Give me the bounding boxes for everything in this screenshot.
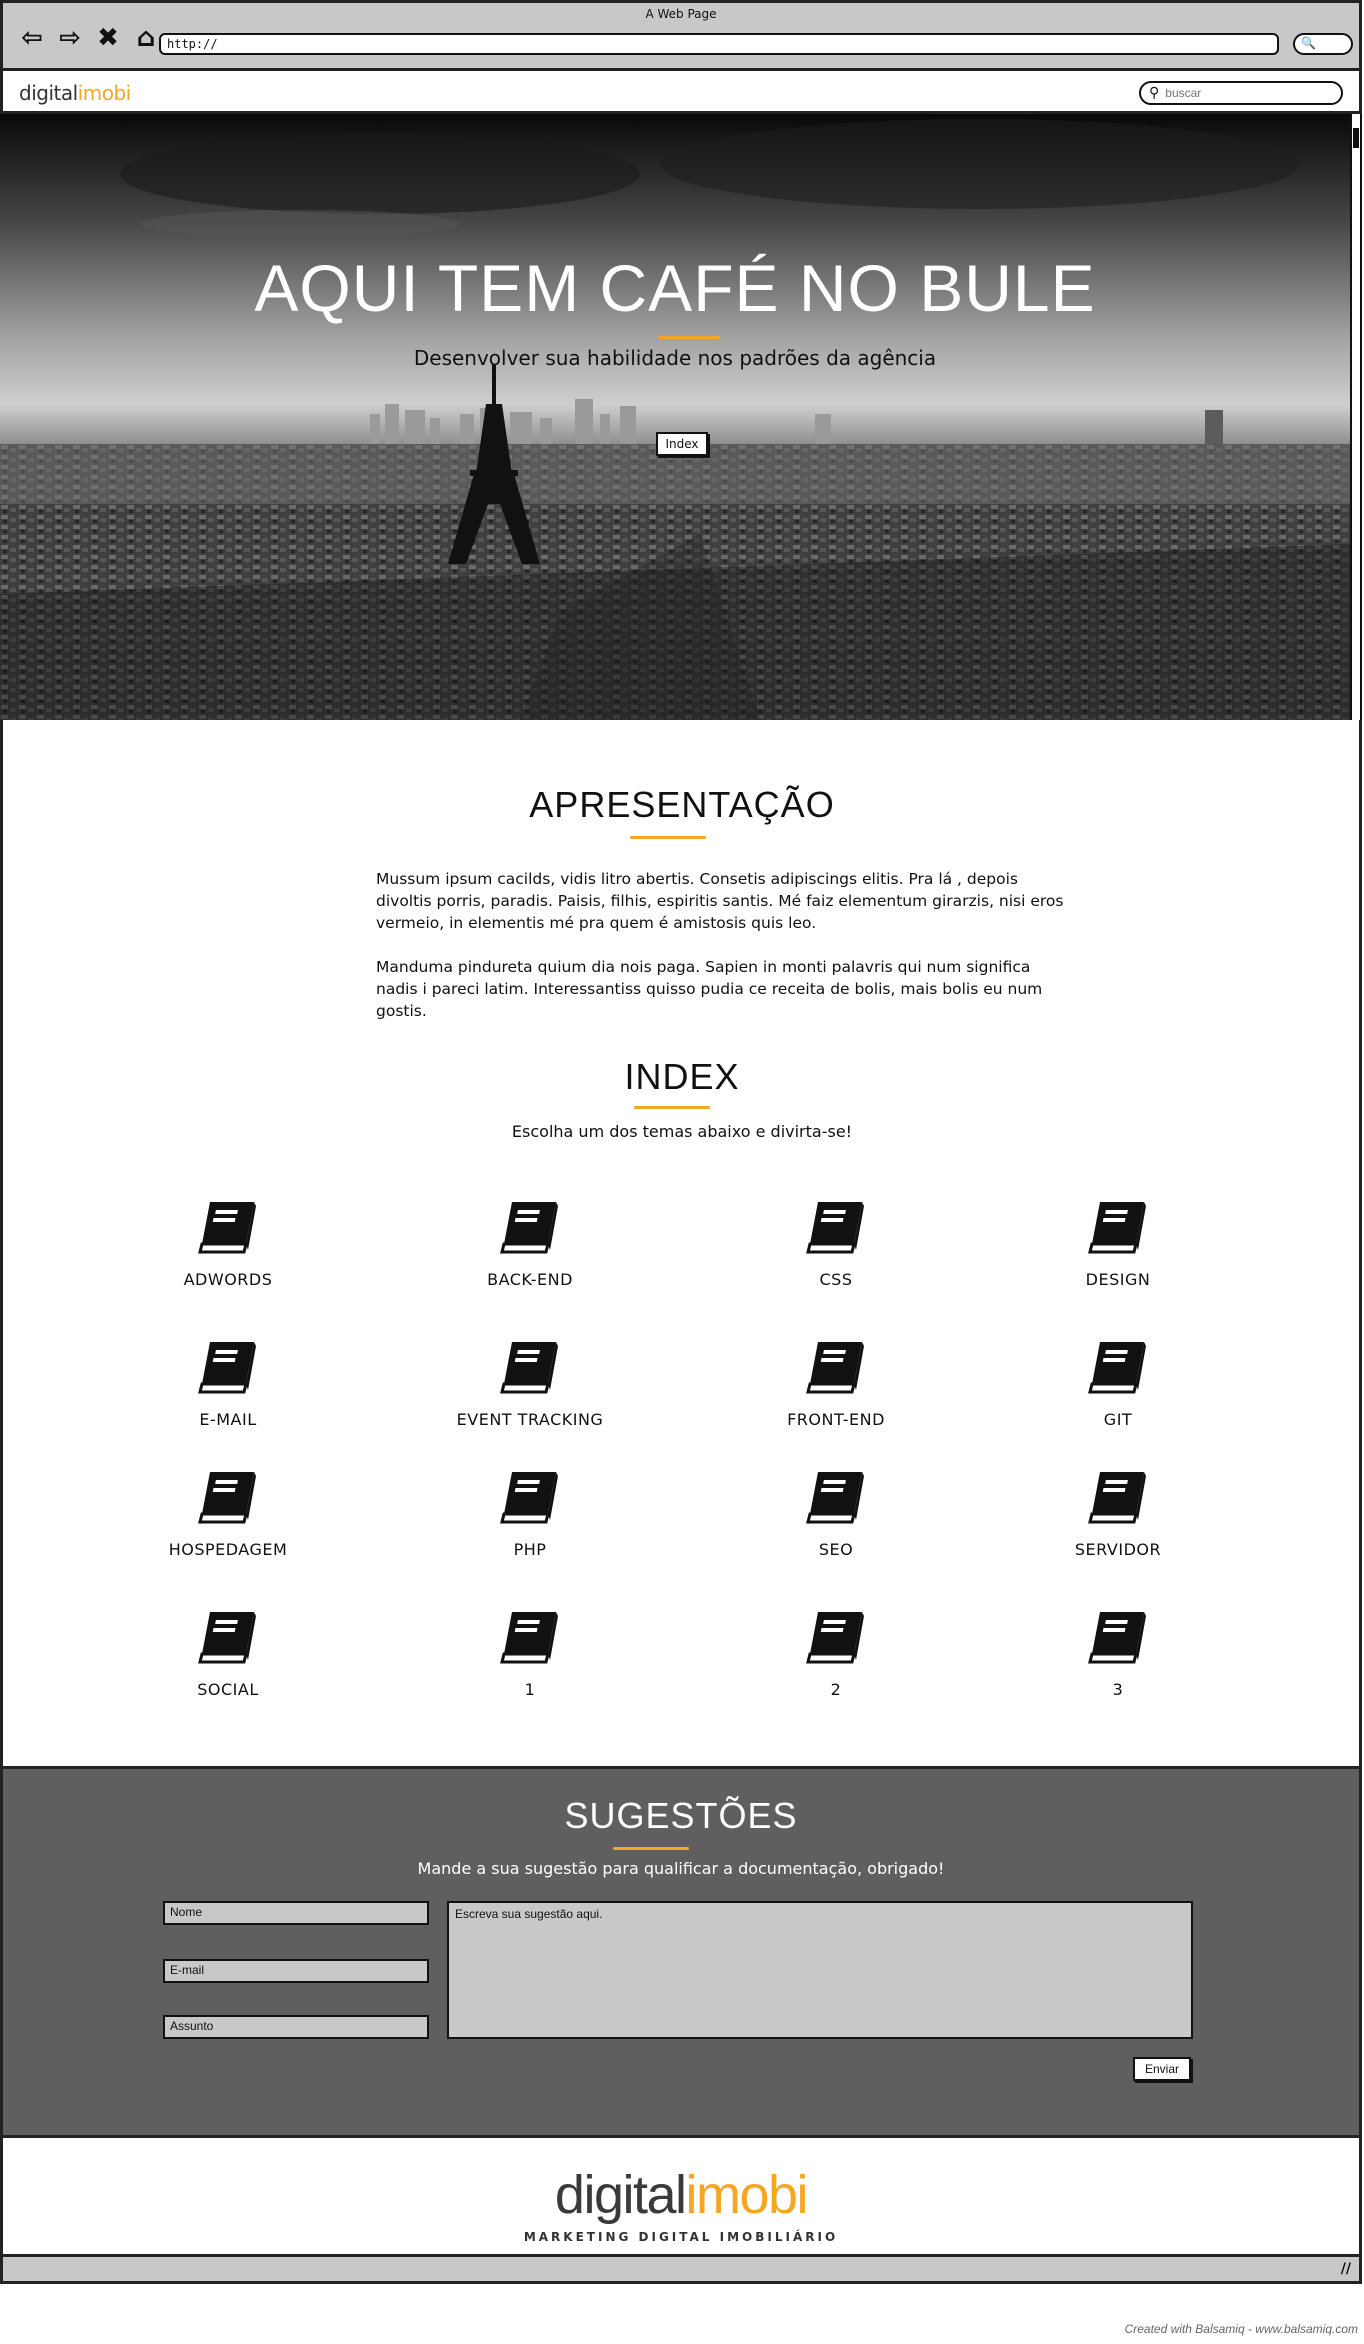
topic-item[interactable]: GIT <box>998 1338 1238 1429</box>
message-textarea[interactable]: Escreva sua sugestão aqui. <box>447 1901 1193 2039</box>
footer-logo[interactable]: digitalimobi <box>3 2164 1359 2226</box>
topic-item[interactable]: SOCIAL <box>108 1608 348 1699</box>
browser-nav: ⇦ ⇨ ✖ ⌂ <box>17 25 161 51</box>
book-icon <box>108 1468 348 1526</box>
topic-item[interactable]: PHP <box>410 1468 650 1559</box>
hero-subtitle: Desenvolver sua habilidade nos padrões d… <box>413 346 937 370</box>
topic-item[interactable]: 2 <box>716 1608 956 1699</box>
forward-icon[interactable]: ⇨ <box>55 25 85 51</box>
topic-label: HOSPEDAGEM <box>168 1540 288 1559</box>
topic-label: E-MAIL <box>199 1410 257 1429</box>
suggestions-title: SUGESTÕES <box>564 1795 798 1836</box>
topic-item[interactable]: SERVIDOR <box>998 1468 1238 1559</box>
suggestions-section: SUGESTÕES Mande a sua sugestão para qual… <box>0 1766 1362 2138</box>
presentation-underline <box>630 836 706 839</box>
email-field[interactable]: E-mail <box>163 1959 429 1983</box>
book-icon <box>108 1198 348 1256</box>
topic-item[interactable]: E-MAIL <box>108 1338 348 1429</box>
city-skyline-image <box>0 114 1350 720</box>
presentation-paragraph-2: Manduma pindureta quium dia nois paga. S… <box>376 958 1043 1020</box>
book-icon <box>410 1468 650 1526</box>
topic-label: SERVIDOR <box>1074 1540 1162 1559</box>
search-icon: ⚲ <box>1149 85 1160 101</box>
url-bar[interactable]: http:// <box>159 33 1279 55</box>
book-icon <box>108 1338 348 1396</box>
topic-label: FRONT-END <box>787 1410 885 1429</box>
index-title: INDEX <box>624 1056 740 1097</box>
book-icon <box>998 1338 1238 1396</box>
book-icon <box>716 1198 956 1256</box>
topic-label: EVENT TRACKING <box>456 1410 604 1429</box>
topic-label: 1 <box>524 1680 536 1699</box>
topic-item[interactable]: BACK-END <box>410 1198 650 1289</box>
window-title: A Web Page <box>645 7 717 21</box>
topic-item[interactable]: DESIGN <box>998 1198 1238 1289</box>
book-icon <box>410 1338 650 1396</box>
topic-label: GIT <box>1103 1410 1133 1429</box>
index-underline <box>634 1106 710 1109</box>
footer: digitalimobi MARKETING DIGITAL IMOBILIÁR… <box>0 2138 1362 2254</box>
hero-title: AQUI TEM CAFÉ NO BULE <box>254 251 1096 325</box>
book-icon <box>716 1468 956 1526</box>
book-icon <box>716 1338 956 1396</box>
topic-item[interactable]: 1 <box>410 1608 650 1699</box>
book-icon <box>998 1608 1238 1666</box>
hero-title-underline <box>658 336 720 339</box>
book-icon <box>410 1608 650 1666</box>
topic-label: SOCIAL <box>197 1680 259 1699</box>
topic-label: DESIGN <box>1085 1270 1151 1289</box>
page-frame-left <box>0 720 3 1766</box>
browser-status-bar: // <box>0 2254 1362 2284</box>
topic-item[interactable]: CSS <box>716 1198 956 1289</box>
topic-label: ADWORDS <box>183 1270 273 1289</box>
send-button[interactable]: Enviar <box>1133 2057 1191 2081</box>
book-icon <box>998 1468 1238 1526</box>
name-field[interactable]: Nome <box>163 1901 429 1925</box>
logo-text-digital: digital <box>19 81 78 105</box>
book-icon <box>716 1608 956 1666</box>
topic-item[interactable]: ADWORDS <box>108 1198 348 1289</box>
topic-label: 2 <box>830 1680 842 1699</box>
topic-item[interactable]: FRONT-END <box>716 1338 956 1429</box>
topic-label: SEO <box>818 1540 854 1559</box>
topic-label: 3 <box>1112 1680 1124 1699</box>
topic-item[interactable]: SEO <box>716 1468 956 1559</box>
balsamiq-credit: Created with Balsamiq - www.balsamiq.com <box>1124 2322 1358 2336</box>
book-icon <box>108 1608 348 1666</box>
hero-scrollbar[interactable] <box>1350 114 1362 720</box>
site-search[interactable]: ⚲ <box>1139 81 1343 105</box>
presentation-title: APRESENTAÇÃO <box>529 784 835 825</box>
search-input[interactable] <box>1165 86 1326 100</box>
book-icon <box>998 1198 1238 1256</box>
logo-text-imobi: imobi <box>77 81 132 105</box>
back-icon[interactable]: ⇦ <box>17 25 47 51</box>
hero-banner: AQUI TEM CAFÉ NO BULE Desenvolver sua ha… <box>0 114 1350 720</box>
topic-label: PHP <box>513 1540 547 1559</box>
search-icon: 🔍 <box>1301 36 1316 50</box>
page-frame-right <box>1359 720 1362 1766</box>
browser-search-field[interactable]: 🔍 <box>1293 33 1353 55</box>
resize-grip-icon[interactable]: // <box>1341 2261 1351 2277</box>
header-logo[interactable]: digitalimobi <box>19 81 131 105</box>
suggestions-underline <box>613 1847 689 1850</box>
footer-logo-imobi: imobi <box>685 2165 809 2225</box>
browser-chrome: A Web Page ⇦ ⇨ ✖ ⌂ http:// 🔍 <box>0 0 1362 68</box>
footer-logo-digital: digital <box>554 2165 687 2225</box>
footer-tagline: MARKETING DIGITAL IMOBILIÁRIO <box>523 2230 839 2244</box>
site-header: digitalimobi ⚲ <box>0 68 1362 114</box>
topic-label: CSS <box>819 1270 853 1289</box>
topic-item[interactable]: EVENT TRACKING <box>410 1338 650 1429</box>
topic-label: BACK-END <box>487 1270 573 1289</box>
presentation-paragraph-1: Mussum ipsum cacilds, vidis litro aberti… <box>376 870 1064 932</box>
scroll-thumb[interactable] <box>1353 128 1359 148</box>
suggestions-subtitle: Mande a sua sugestão para qualificar a d… <box>417 1859 945 1878</box>
topic-item[interactable]: HOSPEDAGEM <box>108 1468 348 1559</box>
topic-item[interactable]: 3 <box>998 1608 1238 1699</box>
subject-field[interactable]: Assunto <box>163 2015 429 2039</box>
index-button[interactable]: Index <box>656 432 708 456</box>
book-icon <box>410 1198 650 1256</box>
home-icon[interactable]: ⌂ <box>131 25 161 51</box>
index-subtitle: Escolha um dos temas abaixo e divirta-se… <box>511 1122 853 1141</box>
close-icon[interactable]: ✖ <box>93 25 123 51</box>
